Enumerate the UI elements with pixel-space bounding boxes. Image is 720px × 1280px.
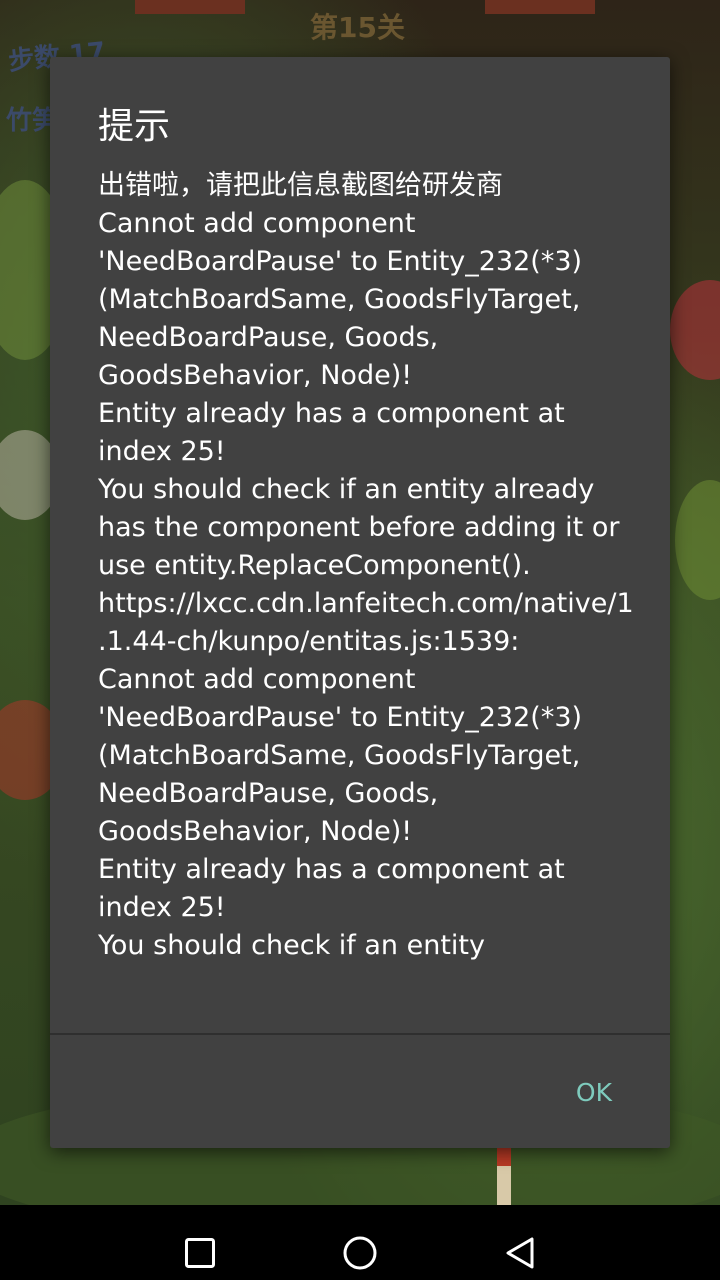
back-button[interactable] bbox=[460, 1205, 580, 1280]
navigation-bar bbox=[0, 1205, 720, 1280]
home-button[interactable] bbox=[300, 1205, 420, 1280]
ok-button[interactable]: OK bbox=[566, 1072, 622, 1113]
dialog-divider bbox=[50, 1033, 670, 1035]
decor-pole bbox=[497, 1148, 511, 1205]
triangle-back-icon bbox=[506, 1237, 534, 1268]
message-scroll-area[interactable]: 出错啦，请把此信息截图给研发商 Cannot add component 'Ne… bbox=[98, 167, 638, 1033]
decor-item-right bbox=[670, 280, 720, 380]
hud-bar-left bbox=[135, 0, 245, 14]
decor-leaf-right bbox=[675, 480, 720, 600]
circle-home-icon bbox=[343, 1236, 377, 1269]
hud-bar-right bbox=[485, 0, 595, 14]
square-recent-apps-icon bbox=[185, 1237, 215, 1268]
level-title: 第15关 bbox=[310, 11, 405, 44]
recent-apps-button[interactable] bbox=[140, 1205, 260, 1280]
dialog-title: 提示 bbox=[98, 106, 171, 147]
error-message: 出错啦，请把此信息截图给研发商 Cannot add component 'Ne… bbox=[98, 170, 634, 961]
error-dialog: 提示 出错啦，请把此信息截图给研发商 Cannot add component … bbox=[50, 57, 670, 1148]
